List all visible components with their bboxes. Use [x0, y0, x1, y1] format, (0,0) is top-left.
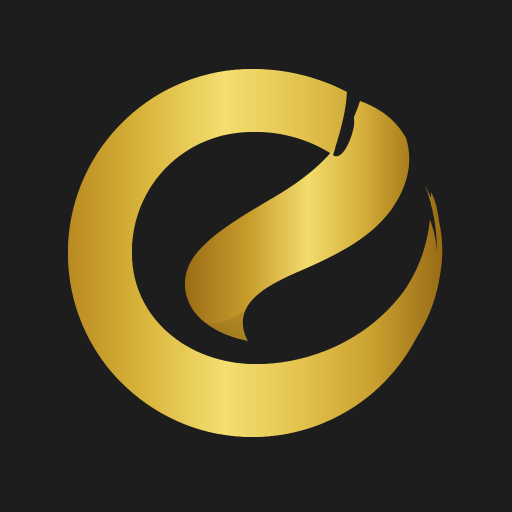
logo-canvas — [0, 0, 512, 512]
gold-swirl-circle-logo-icon — [68, 69, 443, 437]
